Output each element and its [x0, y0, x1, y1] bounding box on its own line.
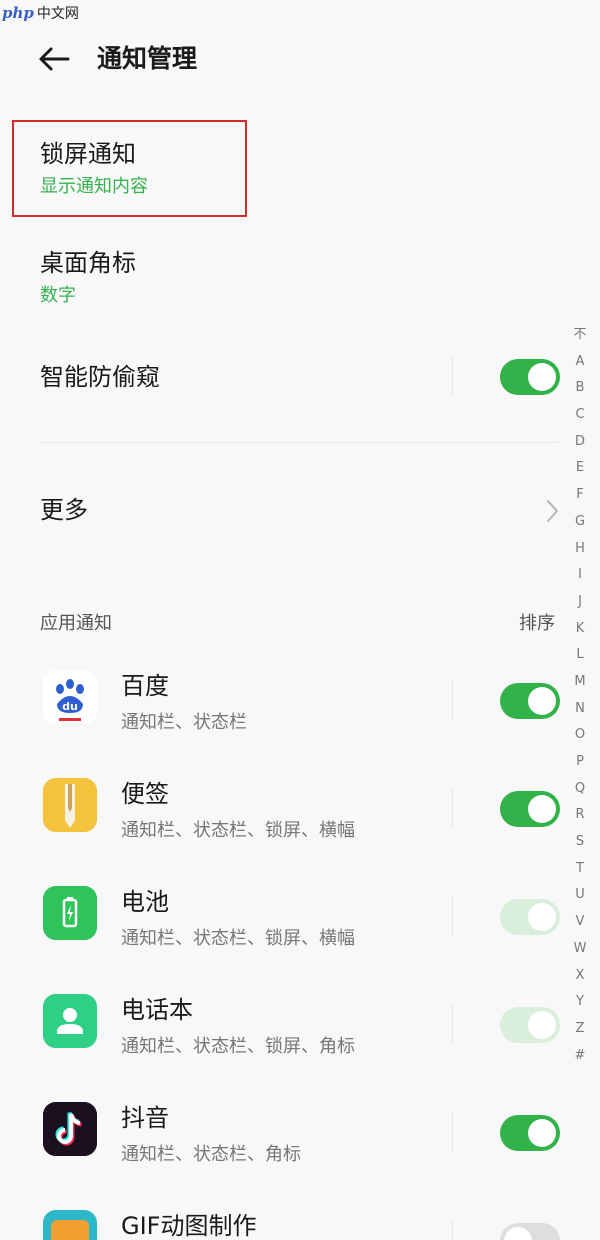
desktop-badge-value: 数字: [40, 285, 76, 306]
gif-maker-notification-toggle[interactable]: [500, 1223, 560, 1240]
back-button[interactable]: [34, 40, 74, 78]
page-title: 通知管理: [97, 44, 198, 73]
desktop-badge-setting[interactable]: 桌面角标 数字: [40, 246, 136, 309]
toggle-knob: [528, 1011, 556, 1039]
battery-notification-toggle[interactable]: [500, 899, 560, 935]
baidu-paw-icon: du: [43, 670, 97, 724]
alphabet-index-letter[interactable]: P: [576, 749, 584, 776]
contacts-notification-toggle[interactable]: [500, 1007, 560, 1043]
alphabet-index-letter[interactable]: B: [576, 375, 585, 402]
alphabet-index-letter[interactable]: Q: [575, 776, 585, 803]
alphabet-index-letter[interactable]: O: [575, 722, 585, 749]
alphabet-index-letter[interactable]: N: [575, 696, 585, 723]
smart-privacy-setting: 智能防偷窥: [40, 360, 160, 394]
alphabet-index-letter[interactable]: D: [575, 429, 585, 456]
divider-vertical: [452, 1221, 453, 1240]
battery-icon: [43, 886, 97, 940]
app-channels: 通知栏、状态栏、角标: [121, 1144, 301, 1165]
desktop-badge-title: 桌面角标: [40, 249, 136, 277]
divider-vertical: [452, 1113, 453, 1153]
alphabet-index-letter[interactable]: U: [575, 882, 585, 909]
more-setting[interactable]: 更多: [40, 493, 88, 527]
alphabet-index-letter[interactable]: #: [575, 1043, 586, 1070]
highlight-annotation-box: [12, 120, 247, 217]
alphabet-index-letter[interactable]: Y: [576, 989, 584, 1016]
alphabet-index-letter[interactable]: M: [574, 669, 585, 696]
alphabet-index-letter[interactable]: I: [578, 562, 582, 589]
app-name: 抖音: [121, 1104, 169, 1132]
toggle-knob: [528, 363, 556, 391]
divider-vertical: [452, 681, 453, 721]
toggle-knob: [528, 1119, 556, 1147]
app-name: 电话本: [121, 996, 193, 1024]
alphabet-index-letter[interactable]: X: [576, 963, 585, 990]
app-name: GIF动图制作: [121, 1212, 257, 1240]
notes-pen-icon: [43, 778, 97, 832]
notes-notification-toggle[interactable]: [500, 791, 560, 827]
contacts-person-icon: [43, 994, 97, 1048]
alphabet-index-letter[interactable]: F: [576, 482, 583, 509]
alphabet-index-letter[interactable]: T: [576, 856, 584, 883]
alphabet-index-letter[interactable]: G: [575, 509, 585, 536]
alphabet-index-letter[interactable]: S: [576, 829, 584, 856]
smart-privacy-toggle[interactable]: [500, 359, 560, 395]
divider-vertical: [452, 897, 453, 937]
alphabet-index-letter[interactable]: H: [575, 536, 585, 563]
alphabet-index-letter[interactable]: J: [578, 589, 582, 616]
watermark: php 中文网: [2, 2, 79, 24]
alphabet-index-letter[interactable]: W: [574, 936, 587, 963]
alphabet-index-letter[interactable]: V: [576, 909, 585, 936]
alphabet-index-letter[interactable]: A: [576, 349, 585, 376]
toggle-knob: [504, 1227, 532, 1240]
app-channels: 通知栏、状态栏、锁屏、横幅: [121, 820, 355, 841]
arrow-left-icon: [39, 47, 70, 71]
alphabet-index-bar[interactable]: 不 A B C D E F G H I J K L M N O P Q R S T U V W X Y Z #: [568, 322, 592, 1069]
alphabet-index-letter[interactable]: L: [576, 642, 583, 669]
sort-button[interactable]: 排序: [519, 611, 555, 637]
divider-vertical: [452, 789, 453, 829]
watermark-text: 中文网: [36, 6, 79, 22]
toggle-knob: [528, 687, 556, 715]
toggle-knob: [528, 903, 556, 931]
app-channels: 通知栏、状态栏、锁屏、角标: [121, 1036, 355, 1057]
alphabet-index-letter[interactable]: C: [575, 402, 584, 429]
section-divider: [40, 442, 558, 443]
gif-maker-icon: [43, 1210, 97, 1240]
divider-vertical: [452, 357, 453, 397]
baidu-notification-toggle[interactable]: [500, 683, 560, 719]
app-name: 便签: [121, 780, 169, 808]
alphabet-index-letter[interactable]: 不: [573, 322, 586, 349]
app-notifications-label: 应用通知: [40, 613, 112, 634]
douyin-notification-toggle[interactable]: [500, 1115, 560, 1151]
chevron-right-icon: [547, 500, 558, 522]
more-title: 更多: [40, 496, 88, 524]
smart-privacy-title: 智能防偷窥: [40, 363, 160, 391]
app-name: 电池: [121, 888, 169, 916]
alphabet-index-letter[interactable]: R: [575, 802, 584, 829]
divider-vertical: [452, 1005, 453, 1045]
app-channels: 通知栏、状态栏: [121, 712, 247, 733]
svg-text:du: du: [62, 700, 78, 713]
alphabet-index-letter[interactable]: E: [576, 455, 584, 482]
app-name: 百度: [121, 672, 169, 700]
watermark-logo: php: [2, 4, 34, 22]
douyin-note-icon: [43, 1102, 97, 1156]
alphabet-index-letter[interactable]: Z: [576, 1016, 585, 1043]
app-channels: 通知栏、状态栏、锁屏、横幅: [121, 928, 355, 949]
toggle-knob: [528, 795, 556, 823]
alphabet-index-letter[interactable]: K: [576, 616, 585, 643]
